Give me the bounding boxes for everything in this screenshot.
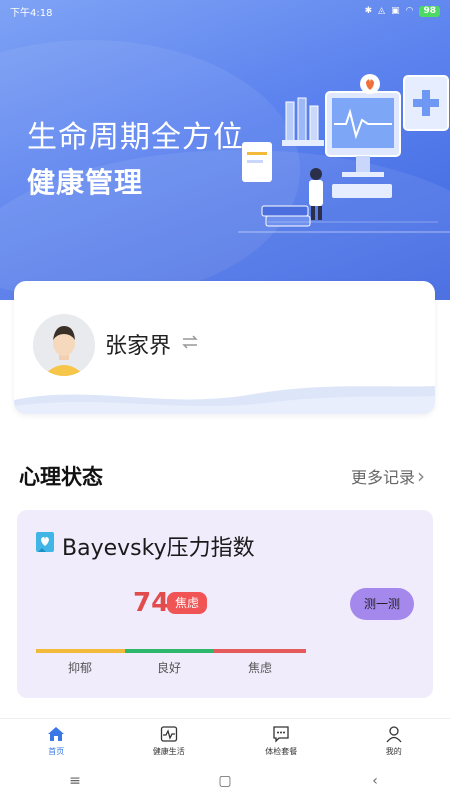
bluetooth-icon: ✱: [364, 6, 373, 16]
tab-checkup-package[interactable]: 体检套餐: [225, 719, 338, 762]
chat-bubble-icon: [273, 725, 289, 743]
status-time: 下午4:18: [10, 7, 53, 19]
stress-card-icon: [36, 532, 54, 552]
medical-illustration: [238, 74, 450, 233]
tab-healthy-life[interactable]: 健康生活: [113, 719, 226, 762]
person-avatar-icon: [33, 314, 95, 376]
hero-banner: 下午4:18 ✱ ◬ ▣ ◠ 98 生命周期全方位 健康管理: [0, 0, 450, 300]
tab-label: 首页: [48, 746, 65, 756]
system-navigation-bar: ≡ ▢ ‹: [0, 762, 450, 800]
home-square-icon[interactable]: ▢: [205, 773, 245, 789]
tab-label: 健康生活: [152, 746, 185, 756]
home-icon: [48, 726, 65, 741]
stress-status-badge: 焦虑: [167, 592, 208, 614]
profile-name: 张家界: [105, 334, 172, 359]
stress-card-title: Bayevsky压力指数: [62, 536, 255, 561]
wifi-icon: ◠: [405, 6, 414, 16]
tab-me[interactable]: 我的: [338, 719, 450, 762]
tab-label: 我的: [385, 746, 402, 756]
heartbeat-icon: [160, 725, 177, 742]
more-records-label: 更多记录: [351, 468, 416, 487]
avatar[interactable]: [33, 314, 95, 376]
scale-label-depressed: 抑郁: [68, 661, 93, 675]
scale-bar-depressed: [36, 649, 125, 653]
scale-bar-anxious: [214, 649, 306, 653]
status-icons: ✱ ◬ ▣ ◠ 98: [364, 5, 440, 17]
sim-icon: ▣: [391, 6, 400, 16]
status-bar: 下午4:18 ✱ ◬ ▣ ◠ 98: [0, 0, 450, 22]
profile-card[interactable]: 张家界: [14, 281, 435, 414]
menu-icon[interactable]: ≡: [55, 773, 95, 789]
measure-button[interactable]: 测一测: [350, 588, 414, 620]
stress-index-card[interactable]: Bayevsky压力指数 74 焦虑 测一测 抑郁 良好 焦虑: [17, 510, 433, 698]
scale-label-anxious: 焦虑: [248, 661, 273, 675]
bottom-tab-bar: 首页 健康生活 体检套餐 我的: [0, 718, 450, 762]
card-wave-decoration: [14, 386, 435, 414]
hero-title-line1: 生命周期全方位: [27, 120, 244, 155]
section-title: 心理状态: [19, 465, 103, 489]
chevron-right-icon: ›: [417, 464, 426, 488]
hero-title-line2: 健康管理: [27, 166, 144, 199]
mute-icon: ◬: [378, 6, 386, 16]
user-icon: [386, 725, 402, 742]
tab-label: 体检套餐: [265, 746, 298, 756]
scale-label-good: 良好: [157, 661, 182, 675]
stress-score: 74: [133, 588, 170, 618]
more-records-link[interactable]: 更多记录 ›: [351, 464, 425, 488]
tab-home[interactable]: 首页: [0, 719, 113, 762]
battery-icon: 98: [419, 5, 440, 17]
back-icon[interactable]: ‹: [355, 773, 395, 789]
scale-bar-good: [125, 649, 214, 653]
switch-arrows-icon[interactable]: [181, 334, 199, 350]
